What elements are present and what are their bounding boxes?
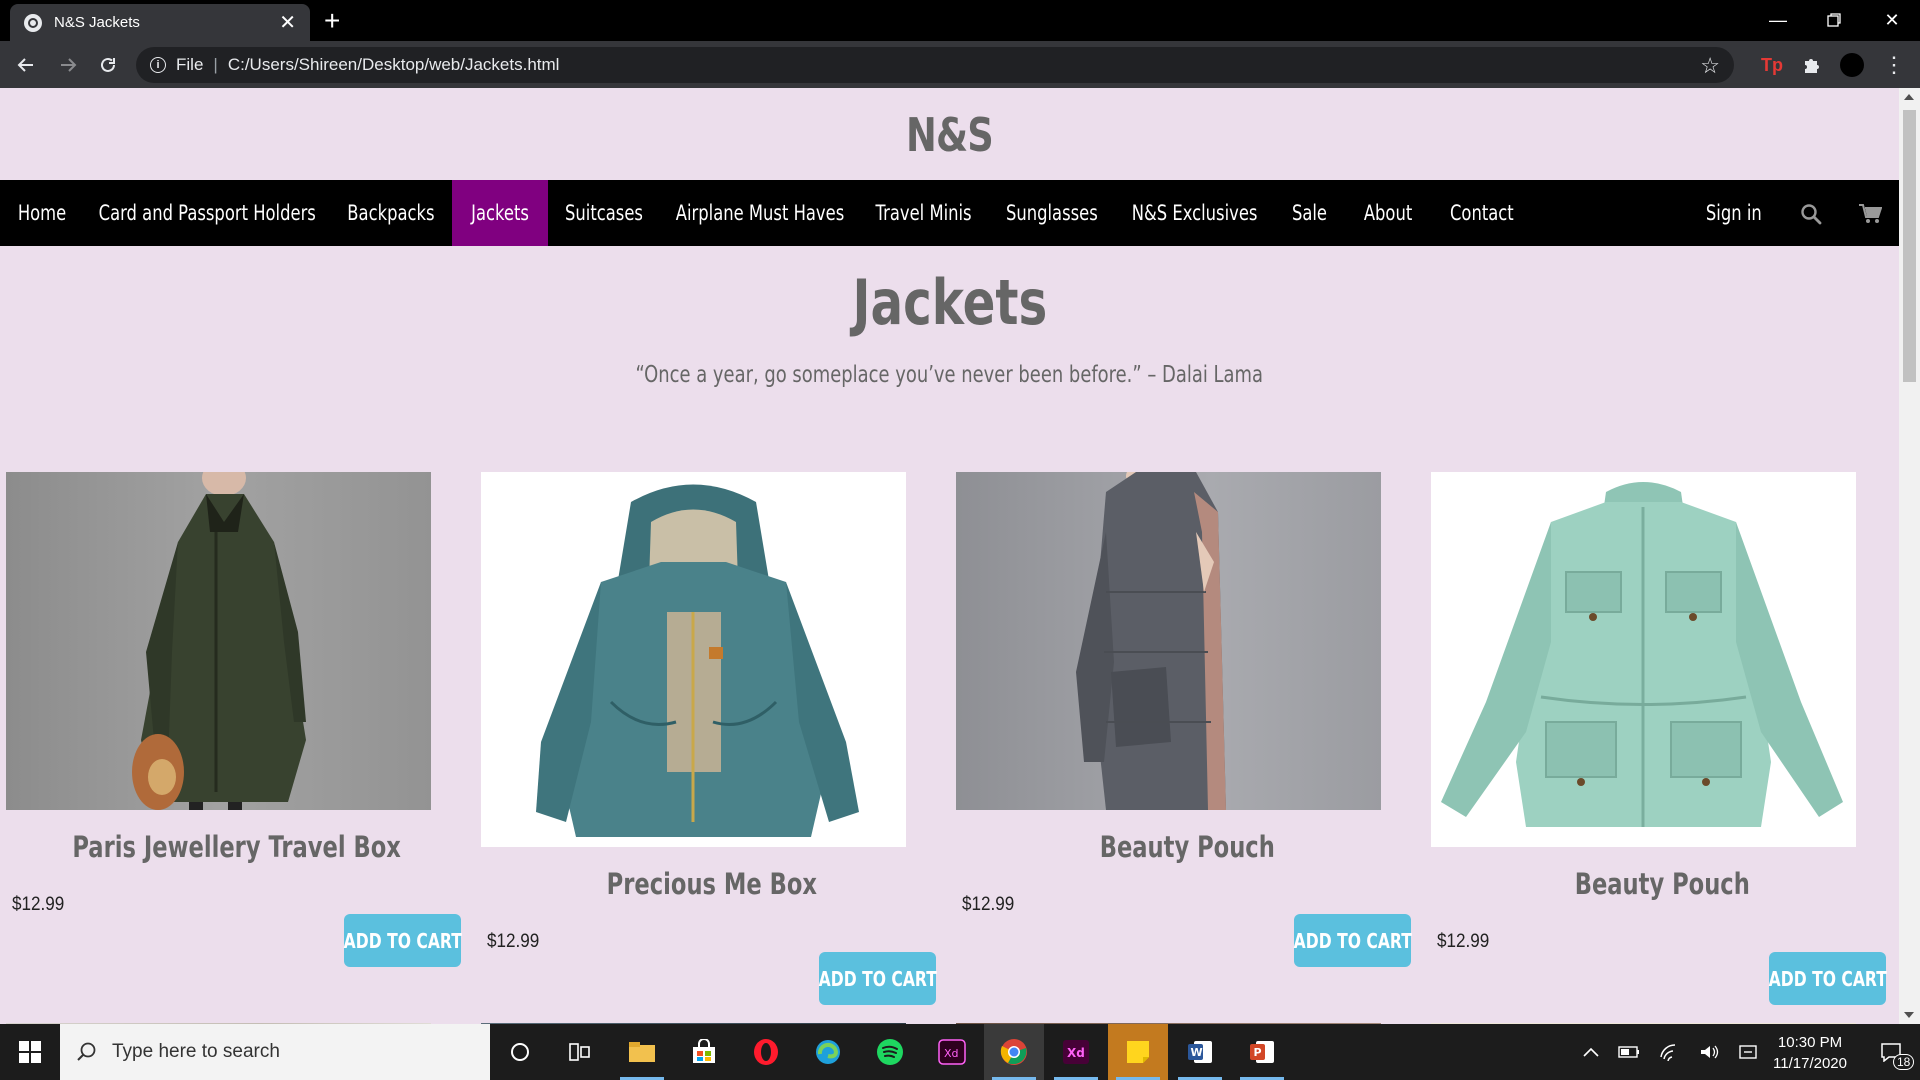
sign-in-link[interactable]: Sign in xyxy=(1692,180,1776,246)
forward-icon[interactable] xyxy=(54,51,82,79)
tray-chevron-up-icon[interactable] xyxy=(1576,1024,1606,1080)
shopping-cart-icon[interactable] xyxy=(1858,203,1882,225)
restore-icon[interactable] xyxy=(1806,0,1862,40)
extensions-puzzle-icon[interactable] xyxy=(1800,53,1824,77)
taskbar-search-icon xyxy=(77,1042,96,1061)
main-navigation: Home Card and Passport Holders Backpacks… xyxy=(0,180,1899,246)
nav-ns-exclusives[interactable]: N&S Exclusives xyxy=(1116,180,1274,246)
product-image[interactable] xyxy=(1431,472,1856,847)
url-separator: | xyxy=(213,55,218,74)
new-tab-button[interactable]: + xyxy=(324,6,340,36)
add-to-cart-button[interactable]: ADD TO CART xyxy=(343,914,462,967)
add-to-cart-button[interactable]: ADD TO CART xyxy=(1293,914,1412,967)
reload-icon[interactable] xyxy=(94,51,122,79)
info-icon[interactable]: i xyxy=(150,57,166,73)
product-name[interactable]: Beauty Pouch xyxy=(950,830,1424,864)
nav-sale[interactable]: Sale xyxy=(1274,180,1344,246)
product-image[interactable] xyxy=(481,472,906,847)
clock-date: 11/17/2020 xyxy=(1773,1055,1847,1072)
nav-contact[interactable]: Contact xyxy=(1432,180,1532,246)
svg-text:Xd: Xd xyxy=(944,1047,959,1060)
product-image[interactable] xyxy=(956,472,1381,810)
close-window-icon[interactable]: ✕ xyxy=(1864,0,1920,40)
product-price: $12.99 xyxy=(487,931,540,952)
chrome-browser-icon[interactable] xyxy=(984,1024,1044,1080)
product-image[interactable] xyxy=(6,472,431,810)
add-to-cart-button[interactable]: ADD TO CART xyxy=(818,952,937,1005)
svg-text:W: W xyxy=(1191,1046,1203,1059)
nav-card-passport-holders[interactable]: Card and Passport Holders xyxy=(84,180,330,246)
volume-icon[interactable] xyxy=(1694,1024,1724,1080)
taskbar-search-placeholder: Type here to search xyxy=(112,1041,280,1062)
add-to-cart-button[interactable]: ADD TO CART xyxy=(1768,952,1887,1005)
svg-text:Xd: Xd xyxy=(1067,1046,1085,1060)
nav-airplane-must-haves[interactable]: Airplane Must Haves xyxy=(660,180,860,246)
site-logo[interactable]: N&S xyxy=(190,108,1709,162)
nav-backpacks[interactable]: Backpacks xyxy=(330,180,452,246)
adobe-xd-app-icon[interactable]: Xd xyxy=(1046,1024,1106,1080)
adobe-xd-icon[interactable]: Xd xyxy=(922,1024,982,1080)
product-name[interactable]: Precious Me Box xyxy=(475,867,949,901)
product-name[interactable]: Beauty Pouch xyxy=(1425,867,1899,901)
svg-text:P: P xyxy=(1254,1046,1262,1059)
close-tab-icon[interactable]: ✕ xyxy=(279,13,296,33)
page-scrollbar[interactable] xyxy=(1899,88,1920,1024)
nav-sunglasses[interactable]: Sunglasses xyxy=(988,180,1116,246)
sticky-notes-icon[interactable] xyxy=(1108,1024,1168,1080)
microsoft-store-icon[interactable] xyxy=(674,1024,734,1080)
edge-browser-icon[interactable] xyxy=(798,1024,858,1080)
browser-tab[interactable]: N&S Jackets ✕ xyxy=(10,4,310,41)
notification-center-icon[interactable]: 18 xyxy=(1866,1024,1916,1080)
address-bar[interactable]: i File | C:/Users/Shireen/Desktop/web/Ja… xyxy=(136,47,1734,83)
minimize-icon[interactable]: — xyxy=(1750,0,1806,40)
url-text: C:/Users/Shireen/Desktop/web/Jackets.htm… xyxy=(227,55,560,74)
search-icon[interactable] xyxy=(1800,203,1822,225)
product-price: $12.99 xyxy=(1437,931,1490,952)
nav-home[interactable]: Home xyxy=(0,180,84,246)
task-view-icon[interactable] xyxy=(550,1024,610,1080)
back-icon[interactable] xyxy=(12,51,40,79)
scroll-down-arrow-icon[interactable] xyxy=(1904,1012,1914,1018)
nav-travel-minis[interactable]: Travel Minis xyxy=(860,180,988,246)
powerpoint-icon[interactable]: P xyxy=(1232,1024,1292,1080)
nav-about[interactable]: About xyxy=(1344,180,1432,246)
profile-avatar[interactable] xyxy=(1840,53,1864,77)
notification-count-badge: 18 xyxy=(1893,1054,1915,1070)
scrollbar-thumb[interactable] xyxy=(1903,110,1916,382)
nav-jackets[interactable]: Jackets xyxy=(452,180,548,246)
product-price: $12.99 xyxy=(12,894,65,915)
battery-icon[interactable] xyxy=(1614,1024,1644,1080)
nav-suitcases[interactable]: Suitcases xyxy=(548,180,660,246)
bookmark-star-icon[interactable]: ☆ xyxy=(1700,53,1720,79)
spotify-icon[interactable] xyxy=(860,1024,920,1080)
file-explorer-icon[interactable] xyxy=(612,1024,672,1080)
opera-browser-icon[interactable] xyxy=(736,1024,796,1080)
windows-taskbar: Type here to search Xd Xd W P 10:30 PM 1… xyxy=(0,1024,1920,1080)
cortana-icon[interactable] xyxy=(490,1024,550,1080)
product-price: $12.99 xyxy=(962,894,1015,915)
web-page: N&S Home Card and Passport Holders Backp… xyxy=(0,88,1920,1024)
product-name[interactable]: Paris Jewellery Travel Box xyxy=(0,830,474,864)
windows-start-icon[interactable] xyxy=(0,1024,60,1080)
clock-time: 10:30 PM xyxy=(1777,1034,1843,1051)
wifi-icon[interactable] xyxy=(1654,1024,1684,1080)
browser-toolbar: i File | C:/Users/Shireen/Desktop/web/Ja… xyxy=(0,41,1920,88)
scroll-up-arrow-icon[interactable] xyxy=(1904,94,1914,100)
language-ime-icon[interactable] xyxy=(1734,1024,1762,1080)
globe-icon xyxy=(24,13,42,32)
browser-tab-strip: N&S Jackets ✕ + — ✕ xyxy=(0,0,1920,41)
tab-title: N&S Jackets xyxy=(54,14,140,31)
page-quote: “Once a year, go someplace you’ve never … xyxy=(635,362,1264,388)
word-icon[interactable]: W xyxy=(1170,1024,1230,1080)
menu-kebab-icon[interactable]: ⋮ xyxy=(1883,52,1905,77)
page-title: Jackets xyxy=(852,266,1047,339)
taskbar-clock[interactable]: 10:30 PM 11/17/2020 xyxy=(1760,1032,1860,1074)
taskbar-search-input[interactable]: Type here to search xyxy=(60,1024,490,1080)
url-scheme: File xyxy=(176,55,204,74)
extension-tp-icon[interactable]: Tp xyxy=(1760,53,1784,77)
